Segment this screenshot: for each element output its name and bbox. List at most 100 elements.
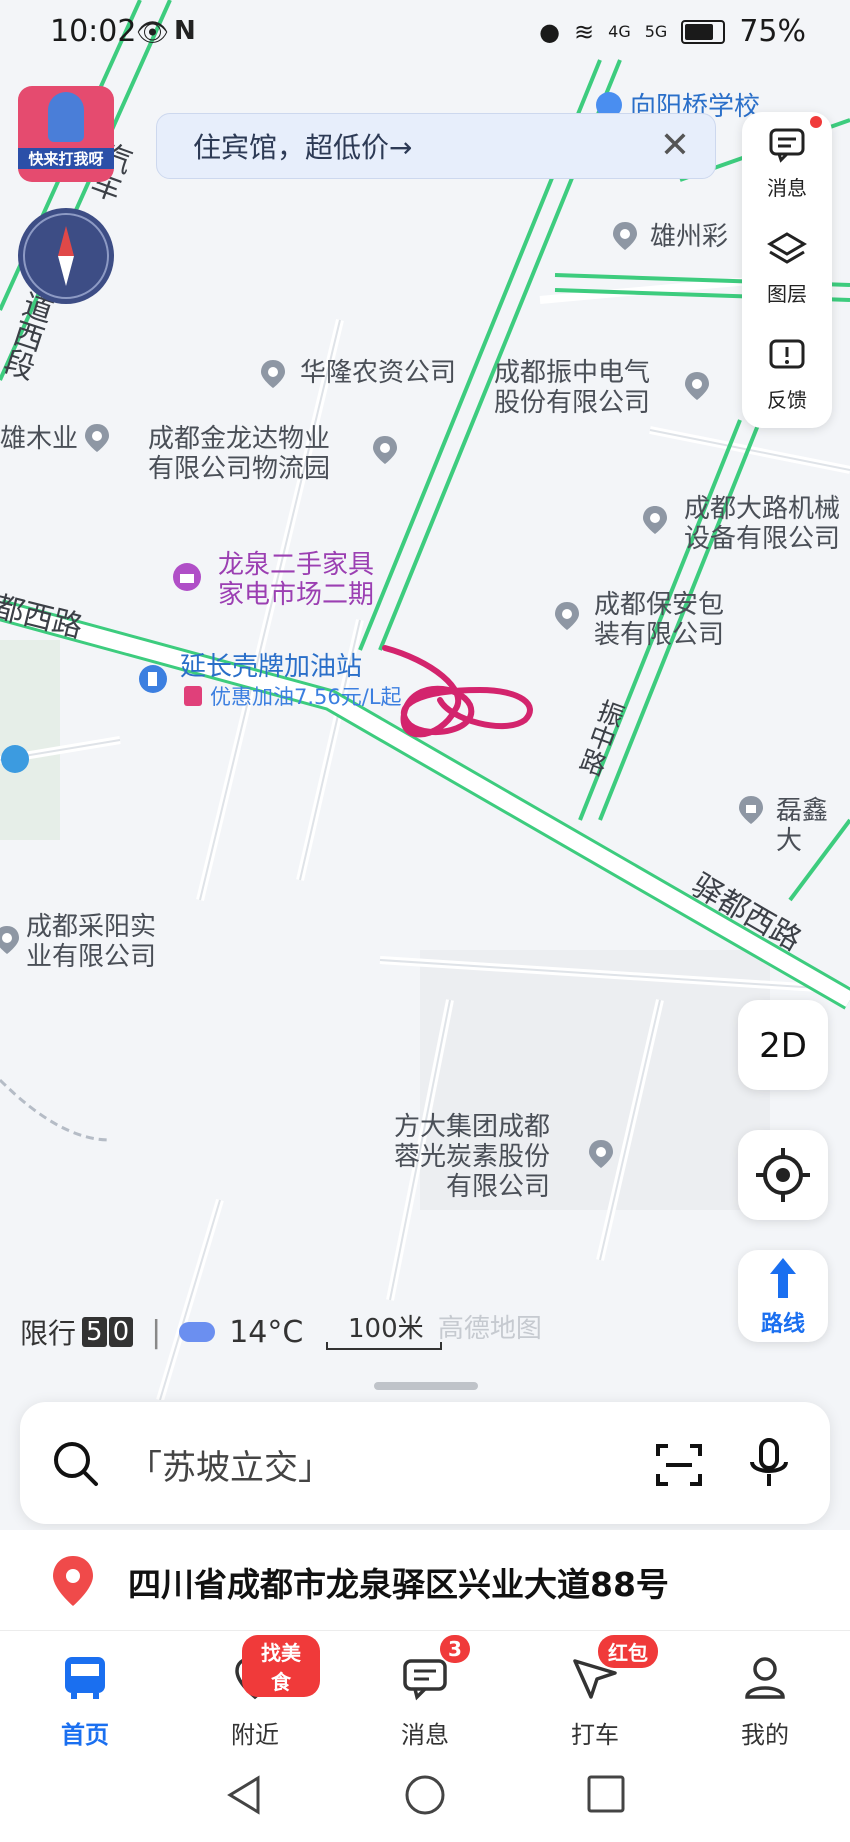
tab-taxi-label: 打车 bbox=[571, 1721, 619, 1749]
close-icon[interactable]: ✕ bbox=[655, 126, 695, 166]
eye-icon: 👁 bbox=[136, 18, 170, 48]
promo-banner-text: 住宾馆，超低价→ bbox=[193, 131, 413, 164]
tab-taxi[interactable]: 红包 打车 bbox=[530, 1631, 660, 1751]
bus-icon bbox=[65, 1657, 105, 1699]
current-address: 四川省成都市龙泉驿区兴业大道88号 bbox=[128, 1565, 669, 1604]
divider: | bbox=[151, 1314, 162, 1350]
tab-messages-badge: 3 bbox=[440, 1635, 470, 1663]
gas-promo-text: 优惠加油7.56元/L起 bbox=[210, 685, 402, 709]
message-icon bbox=[769, 128, 805, 163]
recents-icon[interactable] bbox=[586, 1774, 626, 1814]
drag-handle[interactable] bbox=[374, 1382, 478, 1390]
poi-pin-icon bbox=[373, 436, 397, 464]
layers-button[interactable]: 图层 bbox=[742, 218, 832, 318]
messages-label: 消息 bbox=[767, 176, 807, 200]
search-icon bbox=[54, 1442, 98, 1486]
locate-icon bbox=[756, 1148, 810, 1202]
user-icon bbox=[745, 1657, 785, 1699]
layers-label: 图层 bbox=[767, 282, 807, 306]
poi-baoan[interactable]: 成都保安包 装有限公司 bbox=[594, 590, 724, 650]
weather-temp: 14°C bbox=[229, 1314, 304, 1350]
traffic-limit-label: 限行 bbox=[20, 1317, 77, 1350]
battery-percent: 75% bbox=[739, 14, 806, 49]
nfc-icon: N bbox=[174, 16, 196, 46]
status-time: 10:02 bbox=[50, 14, 137, 49]
lab-icon bbox=[1, 745, 29, 773]
bottom-tab-bar: 首页 找美食 附近 3 消息 红包 打车 我的 bbox=[0, 1630, 850, 1751]
microphone-icon[interactable] bbox=[744, 1436, 794, 1492]
map-info-row: 限行 5 0 | 14°C bbox=[20, 1310, 303, 1354]
battery-icon bbox=[681, 19, 726, 44]
map-side-panel: 消息 图层 反馈 bbox=[742, 112, 832, 428]
tab-home[interactable]: 首页 bbox=[20, 1631, 150, 1751]
signal-5g-icon: 5G bbox=[644, 22, 668, 41]
poi-jinlongda[interactable]: 成都金龙达物业 有限公司物流园 bbox=[148, 424, 330, 484]
promo-ad-text: 快来打我呀 bbox=[18, 148, 114, 169]
messages-button[interactable]: 消息 bbox=[742, 112, 832, 212]
promo-tag-icon bbox=[184, 686, 202, 706]
traffic-limit-number-1: 5 bbox=[82, 1317, 107, 1347]
scan-icon[interactable] bbox=[654, 1440, 704, 1490]
signal-4g-icon: 4G bbox=[608, 22, 631, 41]
poi-leixin[interactable]: 磊鑫大 bbox=[776, 796, 850, 856]
map-mode-2d-button[interactable]: 2D bbox=[738, 1000, 828, 1090]
poi-fangda[interactable]: 方大集团成都 蓉光炭素股份 有限公司 bbox=[394, 1112, 550, 1202]
tab-nearby-label: 附近 bbox=[231, 1721, 279, 1749]
compass-icon bbox=[23, 213, 109, 299]
tab-me-label: 我的 bbox=[741, 1721, 789, 1749]
route-label: 路线 bbox=[760, 1312, 805, 1337]
compass-button[interactable] bbox=[18, 208, 114, 304]
poi-caiyang[interactable]: 成都采阳实 业有限公司 bbox=[26, 912, 156, 972]
gas-station-icon bbox=[139, 665, 167, 693]
route-button[interactable]: 路线 bbox=[738, 1250, 828, 1342]
poi-pin-icon bbox=[643, 506, 667, 534]
market-icon bbox=[173, 563, 201, 591]
current-address-row[interactable]: 四川省成都市龙泉驿区兴业大道88号 bbox=[0, 1530, 850, 1630]
tab-nearby[interactable]: 找美食 附近 bbox=[190, 1631, 320, 1751]
poi-pin-icon bbox=[261, 360, 285, 388]
promo-banner[interactable]: 住宾馆，超低价→ ✕ bbox=[156, 113, 716, 179]
location-pin-icon bbox=[53, 1556, 93, 1606]
poi-pin-icon bbox=[685, 372, 709, 400]
tab-messages-label: 消息 bbox=[401, 1721, 449, 1749]
cloud-icon bbox=[179, 1322, 216, 1342]
map-mode-label: 2D bbox=[759, 1026, 807, 1066]
location-icon: ● bbox=[539, 17, 561, 46]
feedback-label: 反馈 bbox=[767, 388, 807, 412]
poi-pin-icon bbox=[613, 222, 637, 250]
poi-pin-icon bbox=[555, 602, 579, 630]
poi-dalu[interactable]: 成都大路机械 设备有限公司 bbox=[684, 494, 840, 554]
poi-xiongzhou[interactable]: 雄州彩 bbox=[650, 222, 728, 252]
locate-button[interactable] bbox=[738, 1130, 828, 1220]
poi-wood[interactable]: 雄木业 bbox=[0, 424, 78, 454]
traffic-limit-number-2: 0 bbox=[108, 1317, 134, 1347]
tab-me[interactable]: 我的 bbox=[700, 1631, 830, 1751]
back-icon[interactable] bbox=[224, 1774, 264, 1816]
home-icon[interactable] bbox=[404, 1774, 446, 1816]
poi-hualong[interactable]: 华隆农资公司 bbox=[300, 358, 456, 388]
chat-icon bbox=[403, 1659, 447, 1701]
poi-pin-icon bbox=[0, 926, 19, 954]
tab-messages[interactable]: 3 消息 bbox=[360, 1631, 490, 1751]
notification-dot bbox=[810, 116, 822, 128]
poi-pin-icon bbox=[85, 424, 109, 452]
route-arrow-icon bbox=[770, 1258, 796, 1298]
poi-pin-icon bbox=[589, 1140, 613, 1168]
wifi-icon: ≋ bbox=[574, 17, 595, 46]
system-nav-bar bbox=[0, 1750, 850, 1842]
search-input[interactable]: 「苏坡立交」 bbox=[128, 1440, 332, 1489]
watermark-text: 高德地图 bbox=[437, 1314, 542, 1344]
feedback-icon bbox=[769, 339, 805, 369]
promo-ad-badge[interactable]: 快来打我呀 bbox=[18, 86, 114, 182]
status-bar: 10:02 👁 N ● ≋ 4G 5G 75% bbox=[0, 0, 850, 62]
poi-zhenzhong-electric[interactable]: 成都振中电气 股份有限公司 bbox=[494, 358, 650, 418]
map-scale: 100米 高德地图 bbox=[326, 1308, 542, 1350]
feedback-button[interactable]: 反馈 bbox=[742, 324, 832, 424]
map-scale-bar bbox=[326, 1342, 442, 1350]
layers-icon bbox=[767, 232, 807, 264]
poi-secondhand-market[interactable]: 龙泉二手家具 家电市场二期 bbox=[218, 550, 374, 610]
tab-taxi-badge: 红包 bbox=[598, 1635, 658, 1668]
search-card[interactable]: 「苏坡立交」 bbox=[20, 1402, 830, 1524]
poi-gas-station[interactable]: 延长壳牌加油站 bbox=[180, 652, 362, 682]
tab-nearby-badge: 找美食 bbox=[242, 1635, 320, 1697]
